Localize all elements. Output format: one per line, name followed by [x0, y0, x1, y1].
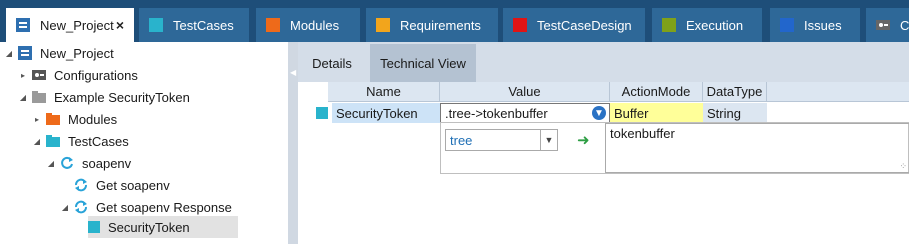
tab-requirements[interactable]: Requirements — [366, 8, 498, 42]
tree-item-label: New_Project — [40, 45, 114, 61]
expand-arrow-icon[interactable]: ◢ — [46, 159, 56, 168]
buffer-name-input[interactable]: tokenbuffer ⁘ — [605, 123, 909, 173]
column-header-datatype[interactable]: DataType — [703, 82, 767, 102]
cell-name[interactable]: SecurityToken — [332, 103, 440, 123]
collapse-arrow-icon[interactable]: ▸ — [18, 71, 28, 80]
tree-item-testcases[interactable]: ◢ TestCases — [32, 130, 129, 152]
refresh-icon — [74, 178, 88, 192]
tree-item-label: Configurations — [54, 67, 138, 83]
config-icon — [32, 68, 46, 82]
tab-label: Details — [312, 55, 352, 71]
tab-issues[interactable]: Issues — [770, 8, 860, 42]
tree-item-get-soapenv-response[interactable]: ◢ Get soapenv Response — [60, 196, 232, 218]
cell-actionmode[interactable]: Buffer — [610, 103, 703, 123]
details-grid: Name Value ActionMode DataType SecurityT… — [298, 82, 909, 244]
attribute-icon — [316, 107, 328, 119]
tree-item-label: soapenv — [82, 155, 132, 171]
cell-text: .tree->tokenbuffer — [445, 105, 548, 121]
folder-teal-icon — [149, 18, 163, 32]
folder-gray-icon — [32, 90, 46, 104]
tab-label: Modules — [290, 17, 340, 33]
folder-green-icon — [662, 18, 676, 32]
collapse-left-icon[interactable]: ◀ — [290, 68, 296, 77]
tab-configurations[interactable]: Co — [866, 8, 909, 42]
arrow-right-icon: ➜ — [577, 132, 590, 149]
tab-label: Technical View — [380, 55, 466, 71]
tab-label: Execution — [686, 17, 744, 33]
column-label: Value — [508, 84, 541, 99]
tab-label: Co — [900, 17, 909, 33]
value-editor-popup: tree ▼ ➜ tokenbuffer ⁘ — [440, 122, 909, 174]
cell-text: SecurityToken — [336, 105, 418, 121]
tab-modules[interactable]: Modules — [256, 8, 360, 42]
folder-orange-icon — [266, 18, 280, 32]
expand-arrow-icon[interactable]: ◢ — [4, 49, 14, 58]
tree-item-new-project[interactable]: ◢ New_Project — [4, 42, 114, 64]
tree-item-label: SecurityToken — [108, 219, 190, 235]
cell-value[interactable]: .tree->tokenbuffer ▼ — [440, 103, 610, 123]
column-label: Name — [366, 84, 401, 99]
project-tree: ◢ New_Project ▸ Configurations ◢ Example… — [0, 42, 288, 244]
tree-item-label: Get soapenv Response — [96, 199, 232, 215]
refresh-icon — [60, 156, 74, 170]
cell-text: String — [707, 105, 741, 121]
tree-item-modules[interactable]: ▸ Modules — [32, 108, 117, 130]
tab-technical-view[interactable]: Technical View — [370, 44, 476, 82]
expand-arrow-icon[interactable]: ◢ — [18, 93, 28, 102]
column-label: DataType — [706, 84, 763, 99]
project-icon — [16, 18, 30, 32]
pane-splitter[interactable]: ◀ — [288, 42, 298, 244]
expand-arrow-icon[interactable]: ◢ — [32, 137, 42, 146]
input-value: tokenbuffer — [610, 126, 675, 141]
tab-label: TestCases — [173, 17, 234, 33]
close-icon[interactable]: × — [116, 17, 124, 33]
value-dropdown-icon[interactable]: ▼ — [592, 106, 606, 120]
tab-testcasedesign[interactable]: TestCaseDesign — [503, 8, 645, 42]
tree-item-label: TestCases — [68, 133, 129, 149]
folder-orange-icon — [46, 112, 60, 126]
column-header-name[interactable]: Name — [328, 82, 440, 102]
folder-yellow-icon — [376, 18, 390, 32]
tree-item-soapenv[interactable]: ◢ soapenv — [46, 152, 131, 174]
tab-label: Requirements — [400, 17, 481, 33]
tab-label: TestCaseDesign — [537, 17, 632, 33]
buffer-source-select[interactable]: tree ▼ — [445, 129, 558, 151]
select-value: tree — [450, 132, 473, 148]
folder-teal-icon — [46, 134, 60, 148]
refresh-icon — [74, 200, 88, 214]
project-icon — [18, 46, 32, 60]
tab-execution[interactable]: Execution — [652, 8, 762, 42]
tree-item-label: Modules — [68, 111, 118, 127]
tab-details[interactable]: Details — [306, 44, 358, 82]
details-pane: Details Technical View Name Value Action… — [298, 42, 909, 244]
tree-item-get-soapenv[interactable]: Get soapenv — [60, 174, 170, 196]
collapse-arrow-icon[interactable]: ▸ — [32, 115, 42, 124]
tab-testcases[interactable]: TestCases — [139, 8, 249, 42]
tree-item-label: Example SecurityToken — [54, 89, 190, 105]
column-header-value[interactable]: Value — [440, 82, 610, 102]
config-icon — [876, 18, 890, 32]
column-header-actionmode[interactable]: ActionMode — [610, 82, 703, 102]
tree-item-securitytoken[interactable]: SecurityToken — [88, 216, 238, 238]
folder-blue-icon — [780, 18, 794, 32]
tree-item-example-securitytoken[interactable]: ◢ Example SecurityToken — [18, 86, 190, 108]
resize-grip-icon[interactable]: ⁘ — [899, 161, 907, 172]
cell-datatype[interactable]: String — [703, 103, 767, 123]
tab-bar: New_Project × TestCases Modules Requirem… — [0, 0, 909, 42]
chevron-down-icon[interactable]: ▼ — [540, 130, 557, 150]
attribute-icon — [88, 221, 100, 233]
column-label: ActionMode — [621, 84, 691, 99]
tab-label: New_Project — [40, 17, 114, 33]
column-header-filler — [767, 82, 909, 102]
tab-label: Issues — [804, 17, 842, 33]
expand-arrow-icon[interactable]: ◢ — [60, 203, 70, 212]
tree-item-label: Get soapenv — [96, 177, 170, 193]
cell-text: Buffer — [614, 105, 649, 121]
folder-red-icon — [513, 18, 527, 32]
tab-new-project[interactable]: New_Project × — [6, 8, 134, 42]
tree-item-configurations[interactable]: ▸ Configurations — [18, 64, 138, 86]
